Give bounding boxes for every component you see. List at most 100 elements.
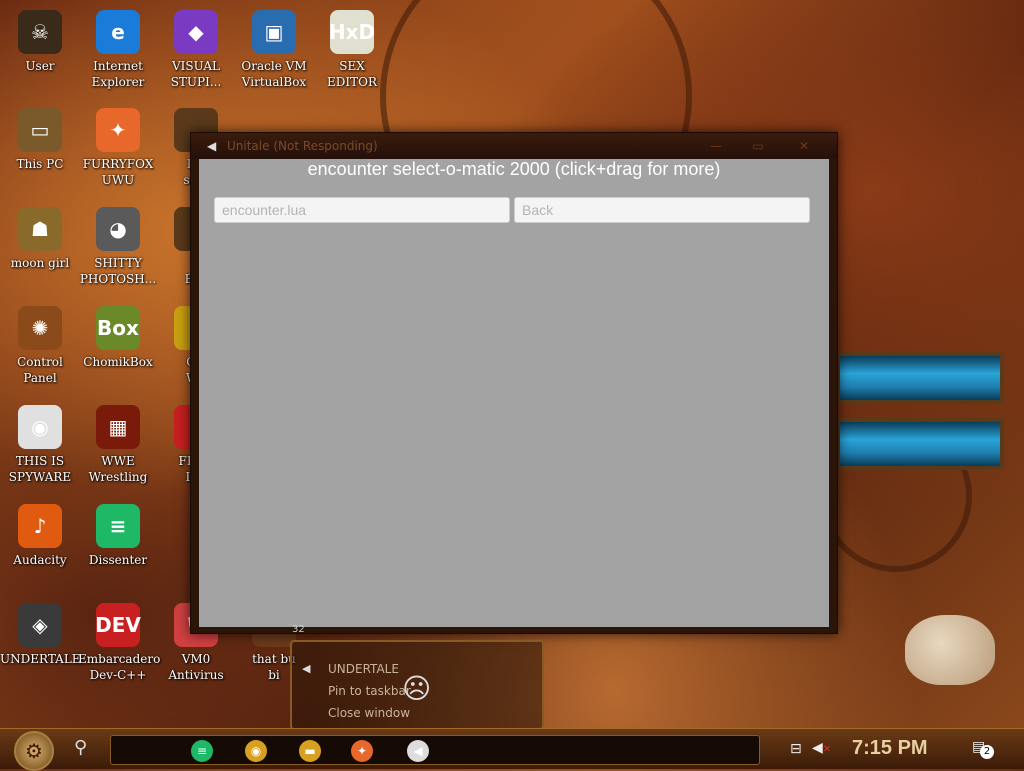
label-line: STUPI... (170, 75, 222, 89)
taskbar: ⚙ ⚲ ≡ ◉ ▬ ✦ ◀ ⊟ ◀✕ 7:15 PM ▤ 2 (0, 728, 1024, 771)
desktop-icon[interactable]: DEV Embarcadero Dev-C++ (78, 603, 161, 683)
label-line: SHITTY (94, 256, 142, 270)
unitale-icon: ◀ (302, 662, 311, 675)
window-titlebar[interactable]: ◀ Unitale (Not Responding) — ▭ ✕ (191, 133, 837, 159)
label-line: SEX (339, 59, 365, 73)
jumplist-pin[interactable]: Pin to taskbar (328, 684, 411, 698)
desktop-icon-label: Embarcadero Dev-C++ (78, 651, 161, 683)
label-line: Control Panel (17, 355, 63, 385)
app-icon: Box (96, 306, 140, 350)
desktop-icon-label: Oracle VM VirtualBox (234, 58, 314, 90)
jumplist-close[interactable]: Close window (328, 706, 410, 720)
label-line: SPYWARE (8, 470, 72, 484)
app-window: ◀ Unitale (Not Responding) — ▭ ✕ encount… (190, 132, 838, 634)
volume-muted-icon[interactable]: ◀✕ (812, 740, 831, 756)
app-icon: DEV (95, 603, 141, 647)
desktop-icon-label: moon girl (0, 255, 80, 271)
desktop-icon-label: ChomikBox (78, 354, 158, 370)
game-canvas[interactable]: encounter select-o-matic 2000 (click+dra… (199, 159, 829, 627)
desktop-icon[interactable]: ✺ Control Panel (0, 306, 80, 386)
taskbar-app-unitale[interactable]: ◀ (407, 740, 429, 762)
wallpaper-tube (836, 352, 1004, 404)
label-line: Oracle VM (241, 59, 307, 73)
label-line: UNDERTALE (0, 652, 81, 666)
app-icon: e (96, 10, 140, 54)
taskbar-app-explorer[interactable]: ▬ (299, 740, 321, 762)
app-icon: ◀ (207, 139, 217, 153)
close-button[interactable]: ✕ (789, 139, 819, 153)
app-icon: ♪ (18, 504, 62, 548)
desktop-icon[interactable]: ▭ This PC (0, 108, 80, 172)
desktop-icon[interactable]: ☗ moon girl (0, 207, 80, 271)
encounter-button[interactable]: encounter.lua (214, 197, 510, 223)
back-button[interactable]: Back (514, 197, 810, 223)
desktop-icon-label: This PC (0, 156, 80, 172)
desktop-icon[interactable]: ♪ Audacity (0, 504, 80, 568)
desktop-icon[interactable]: ◉ THIS IS SPYWARE (0, 405, 80, 485)
desktop-icon-label: UNDERTALE (0, 651, 81, 667)
taskbar-app-chrome[interactable]: ◉ (245, 740, 267, 762)
label-line: FURRYFOX (82, 157, 154, 171)
label-line: UWU (101, 173, 135, 187)
label-line: Wrestling (88, 470, 148, 484)
desktop-icon-label: Internet Explorer (78, 58, 158, 90)
start-button[interactable]: ⚙ (14, 731, 54, 771)
desktop-icon-label: Control Panel (0, 354, 80, 386)
app-icon: ✺ (18, 306, 62, 350)
network-icon[interactable]: ⊟ (790, 741, 802, 757)
desktop-icon[interactable]: ◆ VISUAL STUPI... (156, 10, 236, 90)
label-line: moon girl (10, 256, 70, 270)
encounter-heading: encounter select-o-matic 2000 (click+dra… (307, 159, 721, 179)
label-line: Dev-C++ (89, 668, 147, 682)
label-line: Internet (93, 59, 143, 73)
taskbar-app-firefox[interactable]: ✦ (351, 740, 373, 762)
app-icon: ▭ (18, 108, 62, 152)
label-line: PHOTOSH... (79, 272, 157, 286)
label-line: Antivirus (168, 668, 224, 682)
app-icon: HxD (329, 10, 375, 54)
desktop-icon[interactable]: ▣ Oracle VM VirtualBox (234, 10, 314, 90)
desktop-icon-label: SHITTY PHOTOSH... (78, 255, 158, 287)
label-line: VISUAL (171, 59, 220, 73)
desktop-icon[interactable]: HxD SEX EDITOR (312, 10, 392, 90)
app-icon: ◈ (18, 603, 62, 647)
window-title: Unitale (Not Responding) (227, 139, 378, 153)
desktop-icon-label: SEX EDITOR (312, 58, 392, 90)
taskbar-apps: ≡ ◉ ▬ ✦ ◀ (110, 735, 760, 765)
label-line: User (25, 59, 55, 73)
taskbar-app-dissenter[interactable]: ≡ (191, 740, 213, 762)
minimize-button[interactable]: — (701, 139, 731, 153)
app-icon: ✦ (96, 108, 140, 152)
app-icon: ◆ (174, 10, 218, 54)
app-icon: ▦ (96, 405, 140, 449)
label-line: EDITOR (327, 75, 377, 89)
desktop-icon-label: User (0, 58, 80, 74)
label-line: bi (268, 668, 280, 682)
desktop-icon[interactable]: e Internet Explorer (78, 10, 158, 90)
label-line: Embarcadero (78, 652, 161, 666)
search-icon[interactable]: ⚲ (74, 737, 87, 758)
wallpaper-hamster (905, 615, 995, 685)
label-line: THIS IS (15, 454, 65, 468)
label-line: VM0 (181, 652, 211, 666)
desktop-icon-label: VISUAL STUPI... (156, 58, 236, 90)
clock[interactable]: 7:15 PM (852, 737, 928, 760)
desktop-icon[interactable]: ≡ Dissenter (78, 504, 158, 568)
label-line: Audacity (13, 553, 67, 567)
desktop-icon[interactable]: ▦ WWE Wrestling (78, 405, 158, 485)
wallpaper-tube (836, 418, 1004, 470)
jumplist-undertale[interactable]: UNDERTALE (328, 662, 399, 676)
app-icon: ◉ (18, 405, 62, 449)
maximize-button[interactable]: ▭ (743, 139, 773, 153)
desktop-icon[interactable]: Box ChomikBox (78, 306, 158, 370)
desktop-icon[interactable]: ☠ User (0, 10, 80, 74)
desktop-icon-label: VM0 Antivirus (156, 651, 236, 683)
desktop-icon[interactable]: ◕ SHITTY PHOTOSH... (78, 207, 158, 287)
app-icon: ☠ (18, 10, 62, 54)
desktop-icon[interactable]: ◈ UNDERTALE (0, 603, 81, 667)
desktop-icon-label: THIS IS SPYWARE (0, 453, 80, 485)
notification-icon[interactable]: ▤ 2 (972, 739, 994, 759)
app-icon: ☗ (18, 207, 62, 251)
app-icon: ▣ (252, 10, 296, 54)
desktop-icon[interactable]: ✦ FURRYFOX UWU (78, 108, 158, 188)
